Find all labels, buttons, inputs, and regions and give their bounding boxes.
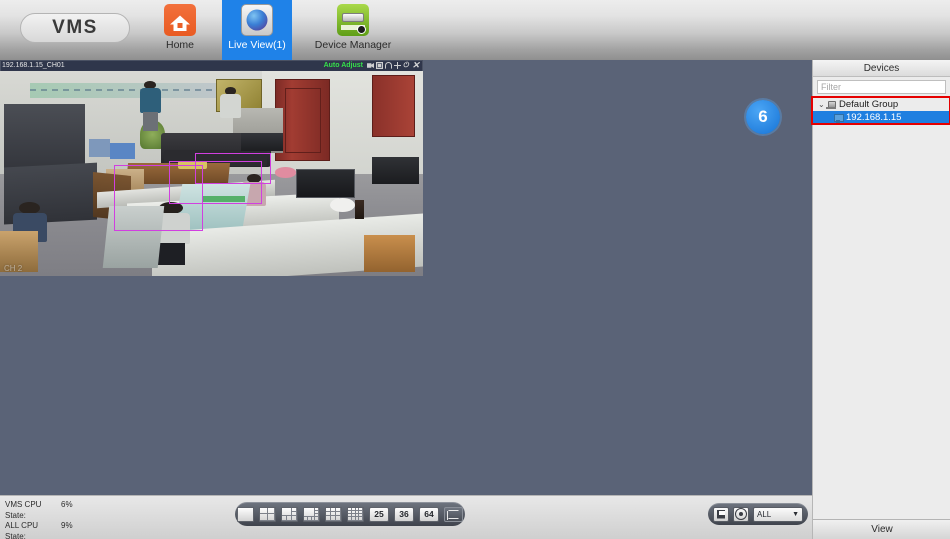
- chevron-down-icon[interactable]: ⌄: [818, 101, 826, 109]
- live-view-grid: CH 2 192.168.1.15_CH01 Auto Adjust ⏻ ✕: [0, 60, 812, 495]
- video-record-icon[interactable]: [367, 62, 374, 69]
- step-badge-6: 6: [746, 100, 780, 134]
- video-cell-2[interactable]: [424, 60, 812, 276]
- video-cell-4[interactable]: [424, 277, 812, 495]
- view-button[interactable]: View: [813, 519, 950, 539]
- video-channel-name: 192.168.1.15_CH01: [2, 62, 65, 69]
- audio-icon[interactable]: [385, 62, 392, 69]
- vms-application-window: VMS Home Live View(1) Device Manager: [0, 0, 950, 539]
- video-cell-toolbar: ⏻ ✕: [367, 62, 419, 69]
- app-logo-text: VMS: [52, 17, 98, 39]
- devices-panel: Devices Filter ⌄ Default Group 192.168.1…: [812, 60, 950, 539]
- camera-feed-image: CH 2: [0, 71, 423, 276]
- snapshot-icon[interactable]: [376, 62, 383, 69]
- devices-panel-header: Devices: [813, 60, 950, 77]
- fullscreen-icon[interactable]: [444, 507, 463, 522]
- device-tree-group-default[interactable]: ⌄ Default Group: [813, 98, 950, 111]
- layout-selector-toolbar: 25 36 64: [235, 502, 465, 526]
- vms-cpu-state-label: VMS CPU State:: [5, 500, 61, 521]
- system-status-stats: VMS CPU State: 6% ALL CPU State: 9% Memo…: [5, 500, 86, 539]
- person-figure: [140, 81, 161, 130]
- layout-9-button[interactable]: [325, 507, 342, 522]
- close-icon[interactable]: ✕: [412, 62, 419, 69]
- stream-select-value: ALL: [757, 510, 792, 519]
- layout-16-button[interactable]: [347, 507, 364, 522]
- layout-8-button[interactable]: [303, 507, 320, 522]
- save-icon[interactable]: [713, 507, 729, 522]
- home-icon: [164, 4, 196, 36]
- ptz-icon[interactable]: [394, 62, 401, 69]
- person-figure: [220, 87, 241, 132]
- nav-item-live-view-label: Live View(1): [228, 39, 286, 51]
- video-cell-titlebar: 192.168.1.15_CH01 Auto Adjust ⏻ ✕: [0, 60, 423, 71]
- device-tree-item-192-168-1-15[interactable]: 192.168.1.15: [813, 111, 950, 124]
- device-manager-icon: [337, 4, 369, 36]
- nav-item-live-view[interactable]: Live View(1): [222, 0, 292, 60]
- detection-box: [195, 153, 271, 184]
- record-icon[interactable]: [733, 507, 749, 522]
- step-badge-number: 6: [758, 107, 767, 127]
- device-tree-item-label: 192.168.1.15: [846, 112, 901, 123]
- nav-item-device-manager[interactable]: Device Manager: [298, 0, 408, 60]
- layout-25-button[interactable]: 25: [369, 507, 389, 522]
- channel-overlay-label: CH 2: [4, 264, 22, 273]
- device-filter-placeholder: Filter: [821, 82, 841, 92]
- all-cpu-state-value: 9%: [61, 521, 73, 539]
- vms-cpu-state-value: 6%: [61, 500, 73, 521]
- device-icon: [833, 113, 843, 123]
- device-filter-input[interactable]: Filter: [817, 80, 946, 94]
- nav-item-home[interactable]: Home: [145, 0, 215, 60]
- auto-adjust-label: Auto Adjust: [324, 62, 363, 69]
- video-cell-1[interactable]: CH 2 192.168.1.15_CH01 Auto Adjust ⏻ ✕: [0, 60, 423, 276]
- nav-item-home-label: Home: [166, 39, 194, 51]
- devices-panel-title: Devices: [864, 63, 900, 74]
- all-cpu-state-label: ALL CPU State:: [5, 521, 61, 539]
- chevron-down-icon: ▼: [792, 511, 799, 518]
- group-icon: [826, 100, 836, 110]
- layout-36-button[interactable]: 36: [394, 507, 414, 522]
- device-tree-group-label: Default Group: [839, 99, 898, 110]
- layout-4-button[interactable]: [259, 507, 276, 522]
- status-row: VMS CPU State: 6%: [5, 500, 86, 521]
- app-header: VMS Home Live View(1) Device Manager: [0, 0, 950, 60]
- layout-6-button[interactable]: [281, 507, 298, 522]
- layout-1-button[interactable]: [237, 507, 254, 522]
- app-logo: VMS: [20, 13, 130, 43]
- stream-select-dropdown[interactable]: ALL ▼: [753, 507, 803, 522]
- playback-controls-toolbar: ALL ▼: [708, 503, 808, 525]
- nav-item-device-manager-label: Device Manager: [315, 39, 391, 51]
- live-view-icon: [241, 4, 273, 36]
- video-cell-3[interactable]: [0, 277, 423, 495]
- view-button-label: View: [871, 524, 893, 535]
- instant-replay-icon[interactable]: ⏻: [403, 62, 410, 69]
- status-row: ALL CPU State: 9%: [5, 521, 86, 539]
- device-tree: ⌄ Default Group 192.168.1.15: [813, 98, 950, 124]
- layout-64-button[interactable]: 64: [419, 507, 439, 522]
